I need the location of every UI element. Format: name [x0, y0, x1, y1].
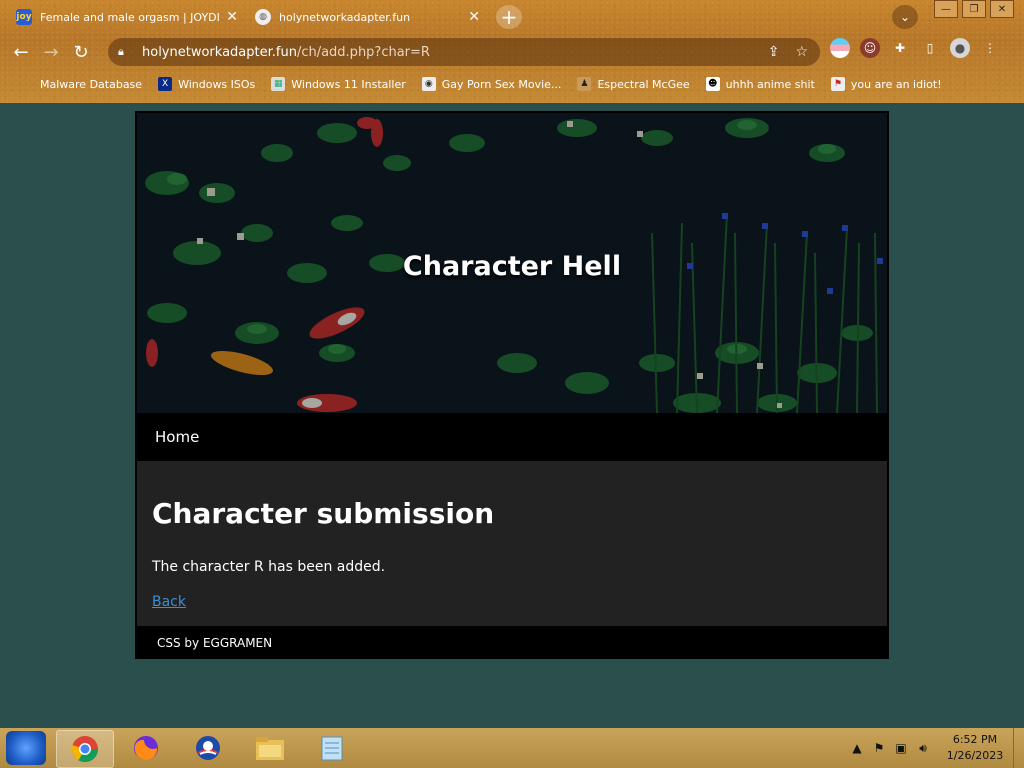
clock-time: 6:52 PM: [952, 733, 998, 746]
star-icon[interactable]: ☆: [795, 44, 808, 60]
bookmark-espectral-mcgee[interactable]: ♟ Espectral McGee: [577, 77, 690, 91]
nav-home-link[interactable]: Home: [155, 428, 199, 446]
folder-icon: [256, 737, 284, 760]
file-explorer-taskbar-icon[interactable]: [242, 730, 298, 766]
bookmark-label: Malware Database: [40, 77, 143, 91]
puzzle-icon[interactable]: ✚: [890, 38, 910, 58]
volume-icon[interactable]: 🔊︎: [915, 741, 931, 756]
back-link[interactable]: Back: [152, 594, 186, 610]
main-content: Character submission The character R has…: [137, 461, 887, 626]
chrome-icon: [71, 736, 99, 763]
bookmark-label: Windows ISOs: [178, 77, 256, 91]
share-icon[interactable]: ⇪: [768, 44, 780, 60]
close-icon[interactable]: ✕: [468, 9, 480, 25]
bookmark-windows-isos[interactable]: X Windows ISOs: [158, 77, 255, 91]
notepad-taskbar-icon[interactable]: [304, 730, 360, 766]
image-icon: ▦: [271, 77, 286, 91]
flag-icon: ⚑: [830, 77, 845, 91]
tab-title: holynetworkadapter.fun: [279, 10, 411, 24]
profile-icon[interactable]: ●: [950, 38, 970, 58]
restore-button[interactable]: ❐: [962, 0, 986, 18]
joy-icon: joy: [16, 9, 32, 25]
tab-bar: joy Female and male orgasm | JOYDI ✕ ◍ h…: [0, 0, 1024, 34]
clock[interactable]: 6:52 PM 1/26/2023: [937, 732, 1013, 764]
address-bar[interactable]: 🔒︎ holynetworkadapter.fun/ch/add.php?cha…: [108, 38, 820, 66]
globe-icon: ◍: [255, 9, 271, 25]
url-text[interactable]: holynetworkadapter.fun/ch/add.php?char=R: [142, 45, 430, 60]
action-center-flag-icon[interactable]: ⚑: [871, 741, 887, 755]
start-button[interactable]: [6, 731, 46, 765]
bookmarks-bar: Malware Database X Windows ISOs ▦ Window…: [0, 72, 1024, 96]
bookmark-label: Windows 11 Installer: [291, 77, 406, 91]
close-icon[interactable]: ✕: [226, 9, 238, 25]
obama-logo-taskbar-icon[interactable]: [180, 730, 236, 766]
page-title: Character submission: [152, 497, 495, 530]
header-banner: Character Hell: [137, 113, 887, 413]
anime-face-icon: ☻: [705, 77, 720, 91]
site-footer: CSS by EGGRAMEN: [137, 627, 887, 657]
show-hidden-icons-icon[interactable]: ▲: [849, 741, 865, 755]
minimize-button[interactable]: —: [934, 0, 958, 18]
tab-search-button[interactable]: ⌄: [892, 5, 918, 29]
system-tray: ▲ ⚑ ▣ 🔊︎ 6:52 PM 1/26/2023: [849, 728, 1024, 768]
footer-credit: CSS by EGGRAMEN: [157, 636, 273, 650]
bookmark-label: Gay Porn Sex Movie...: [441, 77, 562, 91]
site-title: Character Hell: [402, 251, 622, 282]
lock-icon[interactable]: 🔒︎: [118, 45, 132, 59]
url-path: /ch/add.php?char=R: [296, 44, 430, 60]
blank-icon: [20, 77, 34, 91]
bookmark-gay-porn-sex-movie[interactable]: ◉ Gay Porn Sex Movie...: [421, 77, 562, 91]
omnibox-actions: ⇪ ☆: [768, 44, 808, 60]
tab-title: Female and male orgasm | JOYDI: [40, 10, 220, 24]
extensions-area: ☺ ✚ ▯ ● ⋮: [830, 38, 1000, 58]
taskbar: ▲ ⚑ ▣ 🔊︎ 6:52 PM 1/26/2023: [0, 728, 1024, 768]
page-wrapper: Character Hell Home Character submission…: [135, 111, 889, 659]
bookmark-label: uhhh anime shit: [725, 77, 815, 91]
site-nav: Home: [137, 414, 887, 460]
bookmark-label: you are an idiot!: [850, 77, 942, 91]
bookmark-windows-11-installer[interactable]: ▦ Windows 11 Installer: [271, 77, 406, 91]
bookmark-label: Espectral McGee: [597, 77, 690, 91]
character-icon: ♟: [577, 77, 592, 91]
x-icon: X: [158, 77, 173, 91]
menu-dots-icon[interactable]: ⋮: [980, 38, 1000, 58]
tab-joydivision[interactable]: joy Female and male orgasm | JOYDI ✕: [16, 4, 238, 30]
obama-logo-icon: [196, 736, 220, 760]
back-arrow-icon[interactable]: ←: [6, 37, 36, 67]
firefox-icon: [134, 736, 158, 761]
window-controls: — ❐ ✕: [934, 0, 1014, 18]
confirmation-message: The character R has been added.: [152, 559, 386, 575]
show-desktop-button[interactable]: [1013, 728, 1024, 768]
firefox-taskbar-icon[interactable]: [118, 730, 174, 766]
trans-flag-extension-icon[interactable]: [830, 38, 850, 58]
url-host: holynetworkadapter.fun: [142, 44, 297, 60]
tab-holynetworkadapter[interactable]: ◍ holynetworkadapter.fun ✕: [255, 4, 480, 30]
chrome-taskbar-icon[interactable]: [56, 730, 114, 768]
clock-date: 1/26/2023: [946, 749, 1004, 762]
browser-chrome: joy Female and male orgasm | JOYDI ✕ ◍ h…: [0, 0, 1024, 103]
close-window-button[interactable]: ✕: [990, 0, 1014, 18]
bookmark-malware-database[interactable]: Malware Database: [20, 77, 142, 91]
network-icon[interactable]: ▣: [893, 741, 909, 755]
avatar-extension-icon[interactable]: ☺: [860, 38, 880, 58]
forward-arrow-icon[interactable]: →: [36, 37, 66, 67]
reload-icon[interactable]: ↻: [66, 37, 96, 67]
notepad-icon: [321, 736, 343, 761]
bookmark-uhhh-anime-shit[interactable]: ☻ uhhh anime shit: [705, 77, 815, 91]
browser-toolbar: ← → ↻ 🔒︎ holynetworkadapter.fun/ch/add.p…: [0, 34, 1024, 70]
new-tab-button[interactable]: +: [496, 5, 522, 29]
site-icon: ◉: [421, 77, 436, 91]
side-panel-icon[interactable]: ▯: [920, 38, 940, 58]
bookmark-you-are-an-idiot[interactable]: ⚑ you are an idiot!: [830, 77, 942, 91]
